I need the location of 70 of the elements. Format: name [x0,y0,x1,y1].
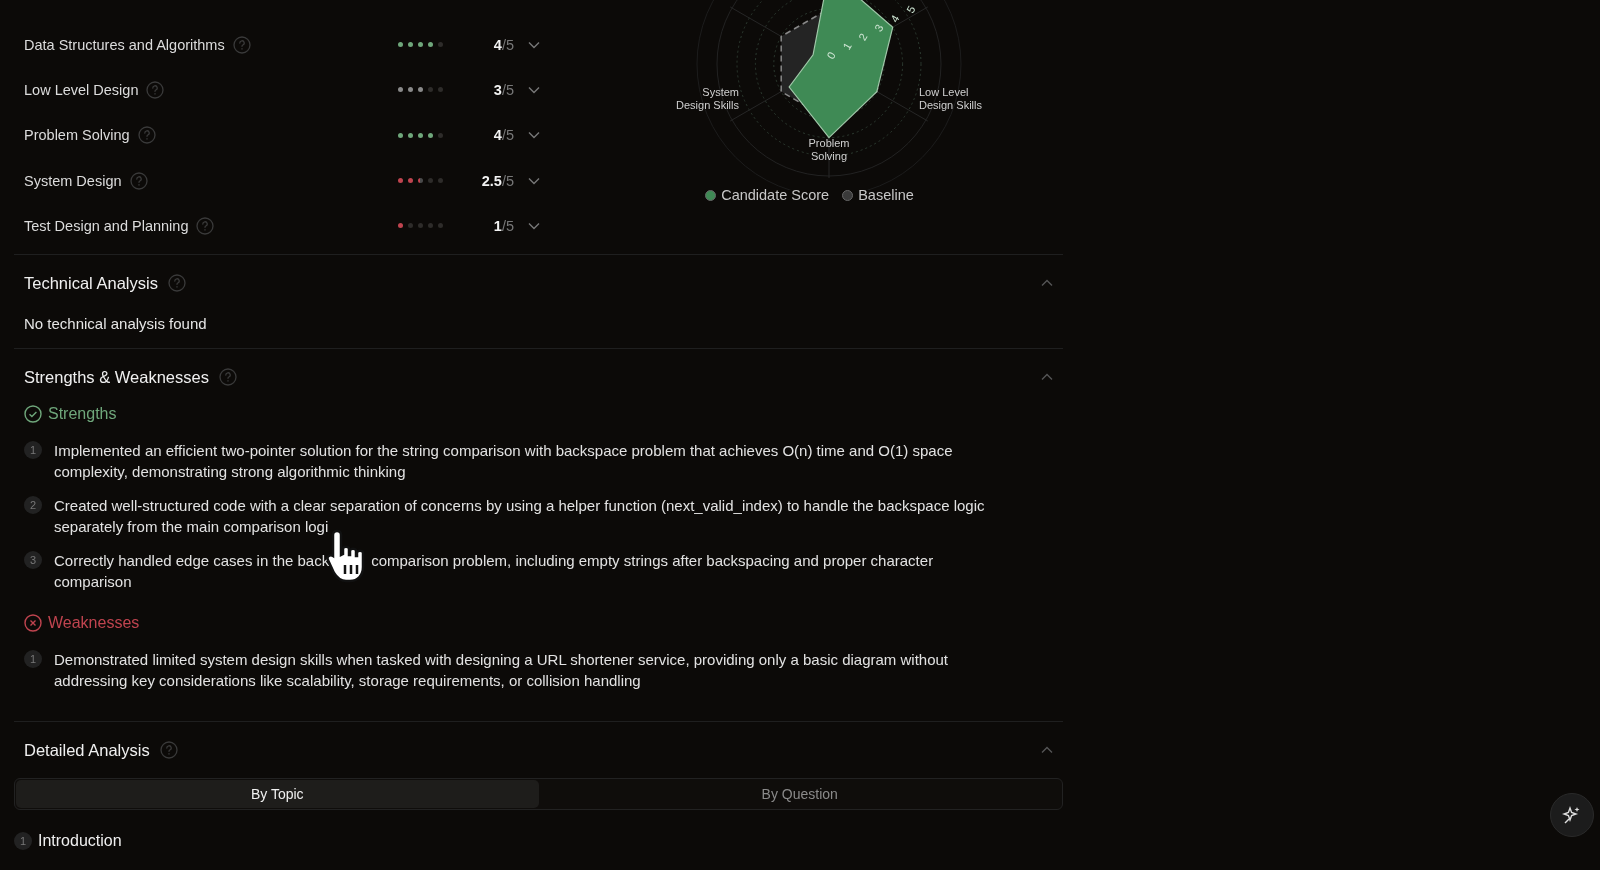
group-title: Weaknesses [48,614,140,632]
score-dot [428,132,433,138]
score-dot [438,178,443,184]
score: 3/5 [492,81,514,98]
score-dot [408,132,413,138]
score-dot [428,42,433,48]
score: 4/5 [492,36,514,53]
score: 2.5/5 [480,172,514,189]
help-icon[interactable] [218,368,237,386]
chevron-down-icon[interactable] [528,176,540,185]
score-dot [418,223,423,229]
score-dot [418,178,423,184]
sparkle-button[interactable] [1550,793,1594,837]
chevron-up-icon[interactable] [1041,373,1053,381]
chevron-down-icon[interactable] [528,40,540,49]
chevron-up-icon[interactable] [1041,746,1053,754]
score-dot [408,42,413,48]
legend-label: Baseline [858,187,914,203]
score-dot [438,223,443,229]
help-icon[interactable] [129,171,148,190]
chevron-down-icon[interactable] [528,221,540,230]
help-icon[interactable] [167,274,186,292]
item-number: 2 [24,496,42,514]
score-dot [438,132,443,138]
legend-label: Candidate Score [721,187,830,203]
group-title: Strengths [48,405,117,423]
score-dot [418,42,423,48]
chevron-down-icon[interactable] [528,131,540,140]
topic-number: 1 [14,832,32,850]
section-title: Technical Analysis [24,273,158,293]
help-icon[interactable] [146,80,165,99]
score-dot [428,178,433,184]
sparkle-icon [1562,805,1582,825]
score-dot [408,178,413,184]
score-dot [438,87,443,93]
chevron-down-icon[interactable] [528,85,540,94]
score-dot [418,132,423,138]
topic-title[interactable]: Introduction [38,832,122,850]
item-number: 1 [24,441,42,459]
section-title: Detailed Analysis [24,740,150,760]
skill-name: Data Structures and Algorithms [24,36,225,53]
score-dot [438,42,443,48]
chevron-up-icon[interactable] [1041,279,1053,287]
item-text: Correctly handled edge cases in the back comparison problem, including empty strings after backspacing and proper character comparison [54,551,1003,592]
empty-message: No technical analysis found [24,315,208,332]
score: 4/5 [492,127,514,144]
check-circle-icon [24,405,42,423]
score-dot [428,223,433,229]
item-text: Implemented an efficient two-pointer solution for the string comparison with backspace problem that achieves O(n) time and O(1) space complexity, demonstrating strong algorithmic thinking [54,441,954,482]
skill-name: Low Level Design [24,81,139,98]
score-dot [408,87,413,93]
score: 1/5 [492,217,514,234]
item-number: 1 [24,650,42,668]
tab[interactable]: By Question [538,780,1061,808]
item-text: Created well-structured code with a clear separation of concerns by using a helper function (next_valid_index) to handle the backspace logic separately from the main comparison logi [54,496,986,537]
help-icon[interactable] [137,126,156,145]
skill-name: Problem Solving [24,127,130,144]
x-circle-icon [24,614,42,632]
item-text: Demonstrated limited system design skills when tasked with designing a URL shortener service, providing only a basic diagram without addressing key considerations like scalability, storage requirements, or collision handling [54,650,950,691]
help-icon[interactable] [196,216,215,235]
help-icon[interactable] [232,35,251,54]
section-title: Strengths & Weaknesses [24,367,209,387]
score-dot [418,87,423,93]
score-dot [428,87,433,93]
help-icon[interactable] [159,741,178,759]
skill-name: Test Design and Planning [24,217,189,234]
tab[interactable]: By Topic [16,780,539,808]
item-number: 3 [24,551,42,569]
skill-name: System Design [24,172,122,189]
score-dot [408,223,413,229]
